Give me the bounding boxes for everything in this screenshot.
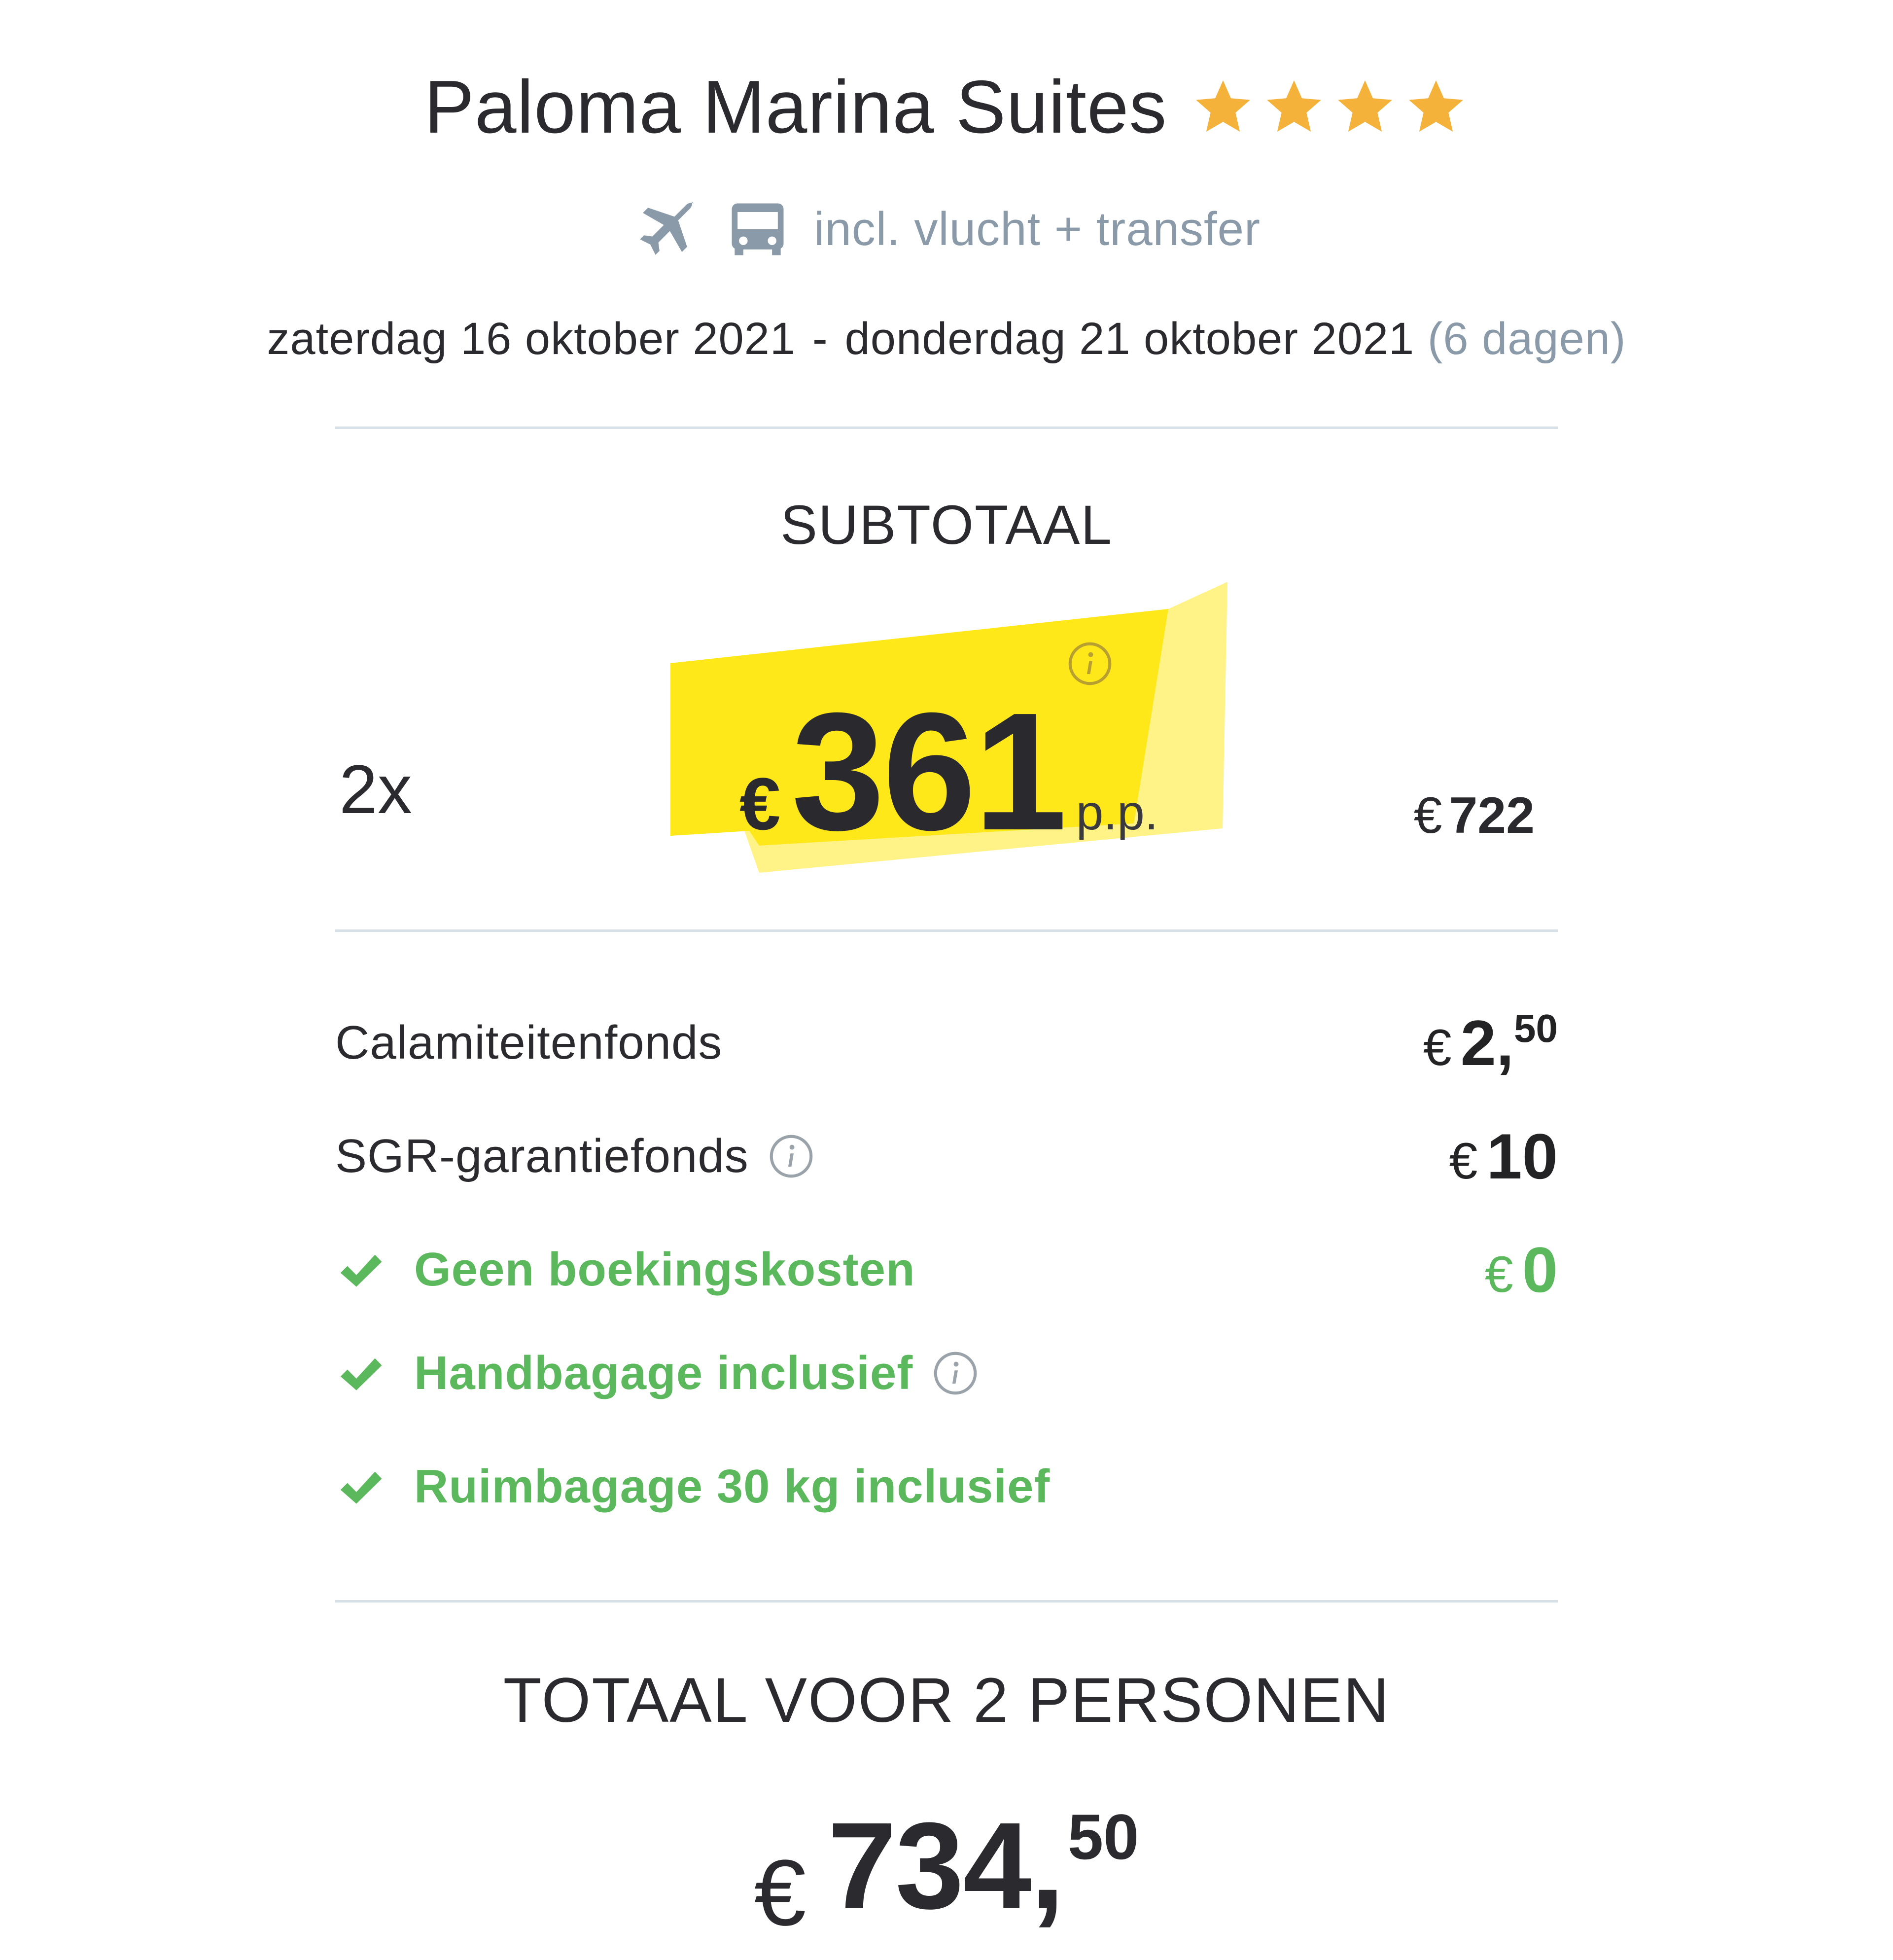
line-item-ruimbagage: Ruimbagage 30 kg inclusief [335, 1460, 1558, 1514]
date-separator: - [812, 314, 828, 364]
currency-symbol: € [1484, 1246, 1513, 1303]
grand-total: € 734, 50 [0, 1795, 1893, 1947]
subtotal-row-total: €722 [1414, 786, 1535, 845]
line-item-label: Calamiteitenfonds [335, 1016, 723, 1069]
currency-symbol: € [1423, 1019, 1452, 1076]
travel-text: incl. vlucht + transfer [813, 203, 1261, 255]
divider [335, 929, 1558, 932]
line-item-label-wrap: SGR-garantiefonds [335, 1129, 814, 1183]
price-per-person-value: 361 [791, 678, 1067, 865]
line-item-label: Handbagage inclusief [414, 1347, 913, 1399]
total-heading: TOTAAL VOOR 2 PERSONEN [503, 1665, 1390, 1736]
line-item-label-wrap: Ruimbagage 30 kg inclusief [335, 1460, 1050, 1514]
currency-symbol: € [739, 762, 781, 845]
star-icon [1267, 80, 1322, 132]
line-item-calamiteitenfonds: Calamiteitenfonds € 2, 50 [335, 1006, 1558, 1080]
divider [335, 427, 1558, 429]
line-item-value: € 0 [1485, 1233, 1558, 1307]
star-rating [1191, 75, 1469, 140]
star-icon [1338, 80, 1393, 132]
check-icon [340, 1254, 382, 1287]
total-value-main: 734, [828, 1797, 1065, 1934]
divider [335, 1600, 1558, 1603]
info-icon[interactable] [1067, 641, 1113, 686]
bus-icon [732, 203, 784, 255]
row-total-value: 722 [1449, 787, 1535, 844]
line-item-label: SGR-garantiefonds [335, 1130, 749, 1182]
line-item-boekingskosten: Geen boekingskosten € 0 [335, 1233, 1558, 1307]
check-icon [340, 1471, 382, 1504]
travel-includes: incl. vlucht + transfer [0, 195, 1893, 264]
value-main: 2, [1460, 1007, 1514, 1079]
quantity: 2x [339, 750, 412, 828]
value-main: 0 [1522, 1234, 1558, 1306]
info-icon[interactable] [769, 1134, 814, 1179]
hotel-name: Paloma Marina Suites [424, 65, 1167, 149]
check-icon [340, 1358, 382, 1390]
line-item-label-wrap: Geen boekingskosten [335, 1243, 915, 1297]
line-item-label: Ruimbagage 30 kg inclusief [414, 1460, 1051, 1513]
hotel-title-row: Paloma Marina Suites [0, 64, 1893, 150]
value-cents: 50 [1514, 1006, 1558, 1050]
trip-duration: (6 dagen) [1427, 314, 1626, 364]
line-item-value: € 10 [1449, 1119, 1558, 1193]
subtotal-heading: SUBTOTAAL [780, 494, 1113, 556]
info-icon[interactable] [933, 1351, 978, 1396]
line-item-label: Geen boekingskosten [414, 1243, 915, 1296]
per-person-label: p.p. [1076, 785, 1158, 840]
currency-symbol: € [1413, 787, 1442, 844]
line-item-handbagage: Handbagage inclusief [335, 1346, 1558, 1400]
value-main: 10 [1486, 1120, 1558, 1192]
total-value-cents: 50 [1067, 1801, 1139, 1873]
end-date: donderdag 21 oktober 2021 [844, 314, 1415, 364]
line-item-sgr-garantiefonds: SGR-garantiefonds € 10 [335, 1119, 1558, 1193]
start-date: zaterdag 16 oktober 2021 [267, 314, 796, 364]
star-icon [1196, 80, 1251, 132]
currency-symbol: € [754, 1841, 806, 1945]
price-per-person: € 361 p.p. [739, 676, 1158, 868]
plane-icon [640, 201, 695, 255]
line-item-value: € 2, 50 [1423, 1006, 1558, 1080]
star-icon [1409, 80, 1464, 132]
line-item-label-wrap: Handbagage inclusief [335, 1346, 978, 1400]
currency-symbol: € [1449, 1133, 1478, 1190]
travel-dates: zaterdag 16 oktober 2021- donderdag 21 ok… [0, 313, 1893, 365]
